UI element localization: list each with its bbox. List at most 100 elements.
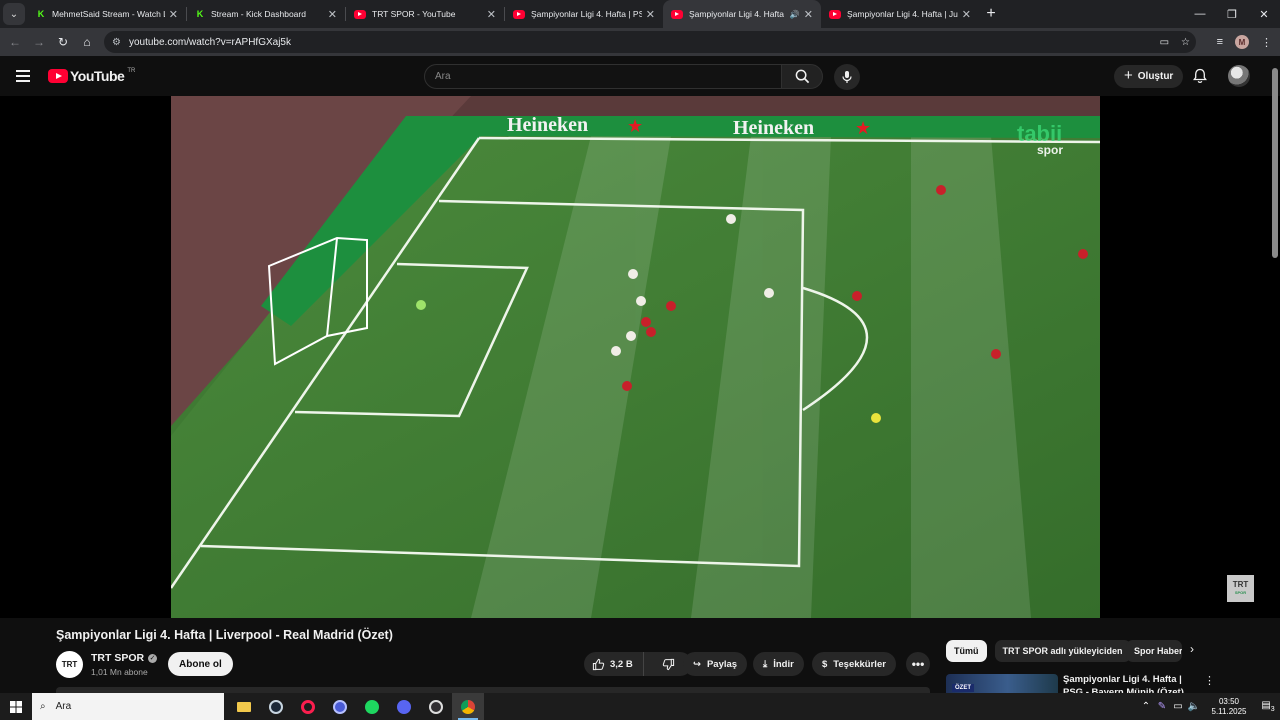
browser-tab[interactable]: K MehmetSaid Stream - Watch Li ✕	[28, 0, 186, 28]
tab-label: Şampiyonlar Ligi 4. Hafta | Juve	[847, 9, 958, 19]
share-icon: ↪	[693, 658, 701, 670]
network-icon[interactable]: ▭	[1170, 701, 1186, 712]
more-vertical-icon[interactable]: ⋮	[1204, 674, 1215, 687]
discord-icon[interactable]	[388, 693, 420, 720]
plus-icon: +	[1124, 67, 1133, 84]
cast-icon[interactable]: ▭	[1160, 37, 1169, 48]
search-input[interactable]: Ara	[424, 64, 782, 89]
app-icon[interactable]	[324, 693, 356, 720]
kick-icon: K	[37, 9, 45, 19]
browser-tab[interactable]: Şampiyonlar Ligi 4. Hafta | Juve ✕	[821, 0, 979, 28]
more-actions-button[interactable]: •••	[906, 652, 930, 676]
restore-icon[interactable]: ❐	[1216, 0, 1248, 28]
obs-icon[interactable]	[420, 693, 452, 720]
clock-date: 5.11.2025	[1211, 706, 1247, 716]
chip-all[interactable]: Tümü	[946, 640, 987, 662]
youtube-icon	[671, 9, 683, 19]
close-icon[interactable]: ✕	[962, 8, 971, 21]
chrome-icon[interactable]	[452, 693, 484, 720]
voice-search-button[interactable]	[834, 64, 860, 90]
youtube-play-icon	[48, 69, 68, 83]
recommendation-chips: Tümü TRT SPOR adlı yükleyiciden	[946, 640, 1131, 662]
opera-gx-icon[interactable]	[292, 693, 324, 720]
window-controls: — ❐ ✕	[1184, 0, 1280, 28]
thanks-button[interactable]: $ Teşekkürler	[812, 652, 896, 676]
bookmark-star-icon[interactable]: ☆	[1181, 37, 1190, 48]
channel-avatar[interactable]: TRT	[56, 651, 83, 678]
search-button[interactable]	[781, 64, 823, 89]
profile-avatar[interactable]: M	[1235, 35, 1249, 49]
youtube-logo[interactable]: YouTube TR	[48, 68, 135, 84]
start-button[interactable]	[0, 693, 32, 720]
subscribe-button[interactable]: Abone ol	[168, 652, 233, 676]
like-dislike-segment: 3,2 B	[584, 652, 692, 676]
taskbar-search-input[interactable]: ⌕ Ara	[32, 693, 224, 720]
create-label: Oluştur	[1137, 71, 1174, 82]
tabii-watermark-sub: spor	[1037, 143, 1063, 157]
tab-label: Şampiyonlar Ligi 4. Hafta | PSG	[531, 9, 642, 19]
taskbar-clock[interactable]: 03:50 5.11.2025	[1202, 697, 1256, 717]
verified-check-icon: ✓	[148, 653, 158, 663]
country-code: TR	[127, 68, 136, 74]
home-icon[interactable]: ⌂	[75, 35, 99, 49]
badge-subtext: SPOR	[1234, 589, 1247, 595]
site-info-icon[interactable]: ⚙	[112, 37, 121, 48]
speaker-icon[interactable]: 🔊	[790, 10, 800, 19]
close-icon[interactable]: ✕	[169, 8, 178, 21]
minimize-icon[interactable]: —	[1184, 0, 1216, 28]
tab-search-button[interactable]: ⌄	[3, 3, 25, 25]
trt-spor-badge: TRT SPOR	[1227, 575, 1254, 602]
steam-icon[interactable]	[260, 693, 292, 720]
forward-icon[interactable]: →	[27, 35, 51, 49]
pen-icon[interactable]: ✎	[1154, 701, 1170, 712]
video-player[interactable]: Heineken ★ Heineken ★ tabii spor TRT SPO…	[0, 96, 1280, 618]
toolbar-right: ≡ M ⋮	[1217, 28, 1272, 56]
new-tab-button[interactable]: +	[979, 5, 1003, 23]
close-icon[interactable]: ✕	[646, 8, 655, 21]
chip-overflow: Spor Haberleri	[1126, 640, 1182, 662]
close-icon[interactable]: ✕	[328, 8, 337, 21]
watch-metadata: Şampiyonlar Ligi 4. Hafta | Liverpool - …	[0, 618, 1280, 698]
chip-sports-news[interactable]: Spor Haberleri	[1126, 640, 1182, 662]
channel-name-link[interactable]: TRT SPOR ✓	[91, 652, 158, 664]
account-avatar[interactable]	[1228, 65, 1250, 87]
notification-count: 3	[1270, 706, 1275, 713]
reload-icon[interactable]: ↻	[51, 35, 75, 49]
like-button[interactable]: 3,2 B	[584, 652, 644, 676]
address-bar[interactable]: ⚙ youtube.com/watch?v=rAPHfGXaj5k ▭ ☆	[104, 31, 1196, 53]
create-button[interactable]: + Oluştur	[1114, 65, 1184, 88]
windows-logo-icon	[10, 700, 22, 713]
chevron-up-icon[interactable]: ⌃	[1138, 701, 1154, 712]
address-bar-actions: ▭ ☆	[1160, 37, 1190, 48]
browser-tab-active[interactable]: Şampiyonlar Ligi 4. Hafta | L 🔊 ✕	[663, 0, 821, 28]
browser-menu-icon[interactable]: ⋮	[1261, 36, 1272, 49]
clock-time: 03:50	[1218, 696, 1240, 706]
spotify-icon[interactable]	[356, 693, 388, 720]
video-frame[interactable]: Heineken ★ Heineken ★ tabii spor	[171, 96, 1100, 618]
notification-center-icon[interactable]: ▤3	[1256, 700, 1280, 713]
reading-list-icon[interactable]: ≡	[1217, 36, 1223, 48]
browser-tab[interactable]: K Stream - Kick Dashboard ✕	[187, 0, 345, 28]
chevron-right-icon[interactable]: ›	[1190, 642, 1194, 656]
close-icon[interactable]: ✕	[487, 8, 496, 21]
recommended-video-thumbnail[interactable]: ÖZET	[946, 674, 1058, 694]
tab-label: TRT SPOR - YouTube	[372, 9, 456, 19]
notifications-bell-icon[interactable]	[1192, 68, 1208, 84]
share-button[interactable]: ↪ Paylaş	[683, 652, 748, 676]
windows-taskbar: ⌕ Ara ⌃ ✎ ▭ 🔈 03:50 5.11.2025 ▤3	[0, 693, 1280, 720]
close-icon[interactable]: ✕	[804, 8, 813, 21]
browser-tab[interactable]: Şampiyonlar Ligi 4. Hafta | PSG ✕	[505, 0, 663, 28]
close-window-icon[interactable]: ✕	[1248, 0, 1280, 28]
download-button[interactable]: ⤓ İndir	[753, 652, 804, 676]
volume-icon[interactable]: 🔈	[1186, 701, 1202, 712]
back-icon[interactable]: ←	[3, 35, 27, 49]
board-ad-heineken: Heineken	[733, 117, 814, 139]
menu-icon[interactable]	[16, 70, 30, 82]
chip-from-uploader[interactable]: TRT SPOR adlı yükleyiciden	[994, 640, 1131, 662]
url-text: youtube.com/watch?v=rAPHfGXaj5k	[128, 36, 291, 48]
like-count: 3,2 B	[610, 658, 633, 670]
file-explorer-icon[interactable]	[228, 693, 260, 720]
browser-tab[interactable]: TRT SPOR - YouTube ✕	[346, 0, 504, 28]
page-scrollbar[interactable]	[1272, 68, 1278, 258]
dislike-button[interactable]	[650, 652, 687, 676]
